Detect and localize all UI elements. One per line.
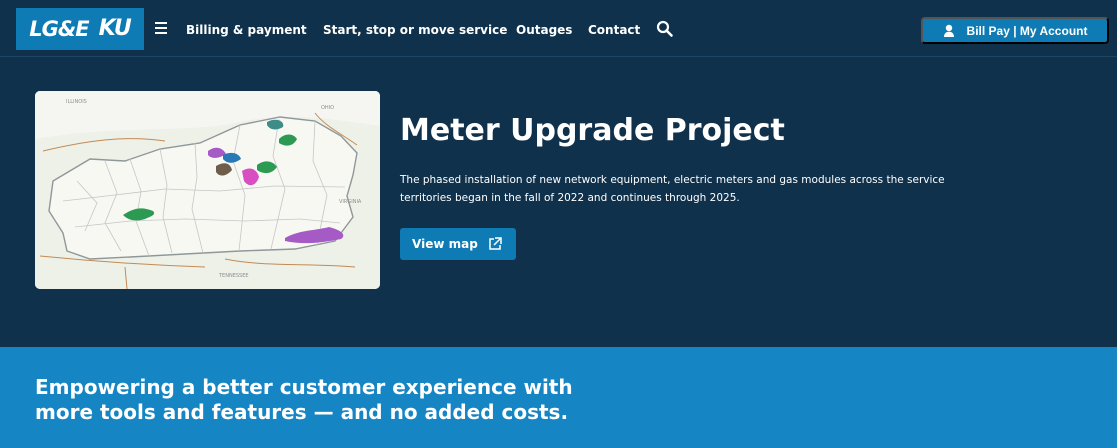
- kentucky-map: ILLINOIS OHIO VIRGINIA TENNESSEE: [35, 91, 380, 289]
- menu-icon[interactable]: [155, 22, 167, 34]
- meter-map-image: ILLINOIS OHIO VIRGINIA TENNESSEE: [35, 91, 380, 289]
- hero-description: The phased installation of new network e…: [400, 174, 945, 204]
- bill-pay-my-account-button[interactable]: Bill Pay | My Account: [921, 17, 1109, 44]
- svg-text:TENNESSEE: TENNESSEE: [218, 273, 249, 279]
- nav-billing-payment[interactable]: Billing & payment: [186, 22, 307, 38]
- svg-text:VIRGINIA: VIRGINIA: [339, 199, 362, 205]
- search-icon[interactable]: [656, 20, 674, 38]
- hero-section: ILLINOIS OHIO VIRGINIA TENNESSEE Meter U…: [0, 57, 1117, 347]
- account-button-label: Bill Pay | My Account: [966, 23, 1088, 38]
- promo-headline-line-2: more tools and features — and no added c…: [35, 400, 569, 424]
- promo-headline-line-1: Empowering a better customer experience …: [35, 375, 573, 399]
- promo-headline: Empowering a better customer experience …: [35, 375, 635, 425]
- view-map-button[interactable]: View map: [400, 228, 516, 260]
- svg-text:ILLINOIS: ILLINOIS: [66, 99, 87, 105]
- ku-logo-text: KU: [98, 16, 132, 41]
- nav-contact[interactable]: Contact: [588, 22, 640, 38]
- brand-logo[interactable]: LG&E KU: [16, 8, 144, 50]
- nav-outages[interactable]: Outages: [516, 22, 572, 38]
- user-icon: [943, 24, 954, 37]
- promo-banner: Empowering a better customer experience …: [0, 347, 1117, 448]
- external-link-icon: [489, 237, 502, 250]
- nav-start-stop-move-service[interactable]: Start, stop or move service: [323, 22, 507, 38]
- hero-title: Meter Upgrade Project: [400, 113, 785, 148]
- view-map-label: View map: [412, 237, 478, 251]
- svg-text:OHIO: OHIO: [321, 105, 334, 111]
- lge-logo-text: LG&E: [29, 16, 89, 41]
- site-header: LG&E KU Billing & payment Start, stop or…: [0, 0, 1117, 57]
